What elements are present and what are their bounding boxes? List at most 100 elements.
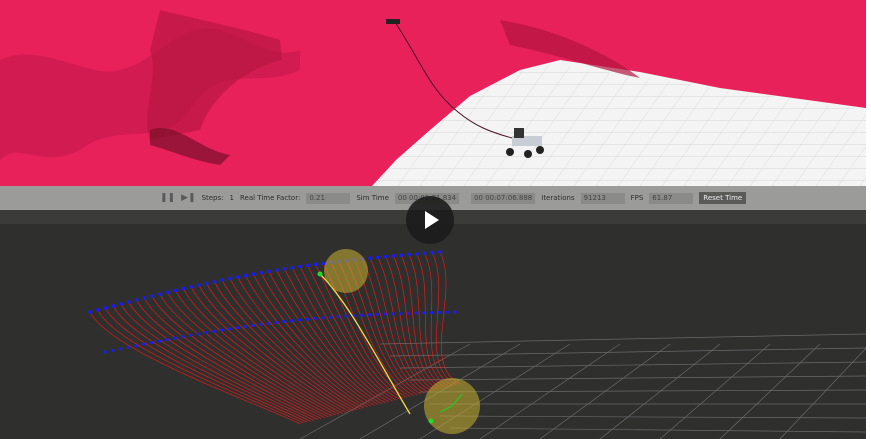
endpoint-dot [336, 315, 340, 319]
video-frame: ❚❚ ▶❚ Steps: 1 Real Time Factor: 0.21 Si… [0, 0, 866, 439]
rviz-3d-viewport[interactable] [0, 224, 866, 439]
endpoint-dot [274, 268, 279, 272]
endpoint-dot [430, 250, 435, 255]
endpoint-dot [414, 311, 418, 315]
start-goal-sphere [324, 249, 368, 293]
endpoint-dot [142, 342, 146, 346]
endpoint-dot [305, 263, 310, 268]
fps-value: 61.87 [649, 192, 694, 204]
endpoint-dot [119, 302, 123, 306]
endpoint-dot [266, 321, 270, 325]
endpoint-dot [243, 273, 248, 278]
steps-value[interactable]: 1 [230, 194, 234, 202]
rtf-value: 0.21 [306, 192, 351, 204]
endpoint-dot [430, 310, 434, 315]
endpoint-dot [220, 278, 225, 282]
endpoint-dot [150, 294, 155, 298]
endpoint-dot [243, 324, 247, 329]
sim-time-label: Sim Time [356, 194, 389, 202]
endpoint-dot [126, 345, 130, 349]
endpoint-dot [375, 312, 379, 317]
fps-label: FPS [630, 194, 644, 202]
endpoint-dot [422, 311, 426, 315]
play-button[interactable] [406, 196, 454, 244]
endpoint-dot [453, 310, 457, 314]
endpoint-dot [437, 310, 442, 314]
endpoint-dot [158, 292, 162, 296]
endpoint-dot [438, 250, 442, 254]
endpoint-dot [204, 330, 208, 335]
endpoint-dot [414, 252, 419, 256]
step-icon[interactable]: ▶❚ [181, 193, 195, 203]
endpoint-dot [375, 255, 380, 260]
endpoint-dot [399, 253, 403, 258]
iterations-label: Iterations [541, 194, 575, 202]
endpoint-dot [274, 320, 278, 325]
endpoint-dot [196, 332, 200, 336]
endpoint-dot [313, 316, 317, 321]
rtf-label: Real Time Factor: [239, 194, 301, 202]
endpoint-dot [111, 348, 115, 353]
endpoint-dot [290, 319, 294, 323]
endpoint-dot [212, 329, 216, 333]
gazebo-3d-viewport[interactable] [0, 0, 866, 186]
endpoint-dot [328, 315, 333, 319]
endpoint-dot [150, 340, 154, 345]
endpoint-dot [398, 311, 403, 316]
endpoint-dot [360, 313, 364, 317]
endpoint-dot [212, 279, 217, 284]
endpoint-dot [103, 306, 108, 310]
endpoint-dot [422, 251, 427, 256]
endpoint-dot [134, 298, 139, 302]
endpoint-dot [367, 313, 372, 317]
play-icon [425, 211, 439, 229]
endpoint-dot [165, 290, 170, 295]
endpoint-dot [297, 318, 302, 322]
endpoint-dot [228, 276, 232, 281]
pause-icon[interactable]: ❚❚ [160, 193, 175, 203]
endpoint-dot [298, 264, 302, 269]
endpoint-dot [259, 270, 263, 275]
rviz-scene [0, 224, 866, 439]
endpoint-dot [220, 328, 224, 332]
steps-label: Steps: [201, 194, 224, 202]
endpoint-dot [173, 288, 178, 293]
drone-model [386, 19, 400, 24]
endpoint-dot [127, 300, 131, 304]
endpoint-dot [391, 254, 396, 258]
endpoint-dot [165, 337, 169, 342]
endpoint-dot [282, 267, 287, 271]
reset-time-button[interactable]: Reset Time [699, 192, 747, 204]
endpoint-dot [321, 261, 326, 266]
endpoint-dot [368, 256, 372, 260]
endpoint-dot [258, 322, 263, 326]
endpoint-dot [313, 262, 318, 267]
endpoint-dot [407, 252, 411, 257]
endpoint-dot [235, 326, 239, 330]
endpoint-dot [157, 339, 162, 343]
endpoint-dot [181, 286, 186, 291]
endpoint-dot [118, 347, 123, 351]
endpoint-dot [197, 283, 201, 287]
endpoint-dot [134, 344, 138, 348]
endpoint-dot [142, 296, 147, 300]
endpoint-dot [406, 311, 410, 315]
endpoint-dot [251, 323, 255, 328]
endpoint-dot [383, 254, 388, 259]
endpoint-dot [111, 304, 116, 308]
endpoint-dot [173, 336, 177, 340]
endpoint-dot [95, 308, 100, 312]
endpoint-dot [235, 275, 240, 279]
robot-marker [428, 418, 434, 424]
endpoint-dot [282, 319, 286, 324]
endpoint-dot [188, 333, 193, 337]
iterations-value: 91213 [580, 192, 625, 204]
endpoint-dot [445, 310, 449, 314]
endpoint-dot [383, 312, 387, 316]
endpoint-dot [290, 265, 295, 270]
endpoint-dot [227, 327, 232, 331]
endpoint-dot [189, 284, 193, 289]
endpoint-dot [251, 272, 256, 276]
endpoint-dot [204, 281, 209, 286]
gazebo-scene [0, 0, 866, 186]
